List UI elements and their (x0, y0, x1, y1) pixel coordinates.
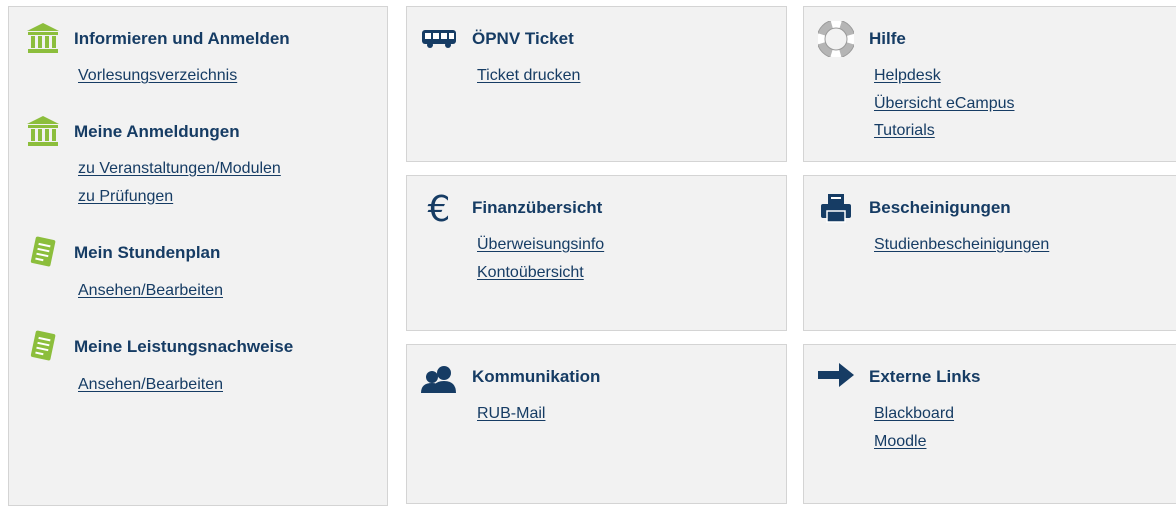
link-tutorials[interactable]: Tutorials (874, 117, 1015, 145)
institution-icon (23, 114, 63, 148)
bus-icon (419, 22, 459, 56)
link-ueberweisungsinfo[interactable]: Überweisungsinfo (477, 231, 604, 259)
link-kontouebersicht[interactable]: Kontoübersicht (477, 259, 604, 287)
tile-finanzuebersicht: € Finanzübersicht Überweisungsinfo Konto… (406, 175, 787, 331)
link-studienbescheinigungen[interactable]: Studienbescheinigungen (874, 231, 1049, 259)
printer-icon (816, 191, 856, 225)
arrow-right-icon (816, 358, 856, 392)
tile-title: ÖPNV Ticket (472, 29, 574, 48)
tile-title: Kommunikation (472, 367, 601, 386)
section-title: Informieren und Anmelden (74, 29, 290, 48)
tile-title: Finanzübersicht (472, 198, 603, 217)
link-pruefungen[interactable]: zu Prüfungen (78, 183, 281, 211)
tile-bescheinigungen: Bescheinigungen Studienbescheinigungen (803, 175, 1176, 331)
link-veranstaltungen-module[interactable]: zu Veranstaltungen/Modulen (78, 155, 281, 183)
link-uebersicht-ecampus[interactable]: Übersicht eCampus (874, 90, 1015, 118)
link-blackboard[interactable]: Blackboard (874, 400, 954, 428)
notepad-icon (23, 235, 63, 269)
section-title: Meine Anmeldungen (74, 122, 240, 141)
link-helpdesk[interactable]: Helpdesk (874, 62, 1015, 90)
users-icon (419, 362, 459, 396)
left-panel: Informieren und Anmelden Vorlesungsverze… (8, 6, 388, 506)
tile-oepnv-ticket: ÖPNV Ticket Ticket drucken (406, 6, 787, 162)
institution-icon (23, 21, 63, 55)
tile-title: Bescheinigungen (869, 198, 1011, 217)
tile-title: Hilfe (869, 29, 906, 48)
tile-title: Externe Links (869, 367, 981, 386)
tile-kommunikation: Kommunikation RUB-Mail (406, 344, 787, 504)
link-stundenplan-ansehen[interactable]: Ansehen/Bearbeiten (78, 277, 223, 305)
link-ticket-drucken[interactable]: Ticket drucken (477, 62, 580, 90)
lifebuoy-icon (816, 21, 856, 57)
link-rub-mail[interactable]: RUB-Mail (477, 400, 545, 428)
notepad-icon (23, 329, 63, 363)
tile-hilfe: Hilfe Helpdesk Übersicht eCampus Tutoria… (803, 6, 1176, 162)
link-moodle[interactable]: Moodle (874, 428, 954, 456)
section-title: Meine Leistungsnachweise (74, 337, 294, 356)
link-vorlesungsverzeichnis[interactable]: Vorlesungsverzeichnis (78, 62, 237, 90)
tile-externe-links: Externe Links Blackboard Moodle (803, 344, 1176, 504)
link-leistungen-ansehen[interactable]: Ansehen/Bearbeiten (78, 371, 223, 399)
euro-icon: € (427, 189, 451, 230)
section-title: Mein Stundenplan (74, 243, 221, 262)
